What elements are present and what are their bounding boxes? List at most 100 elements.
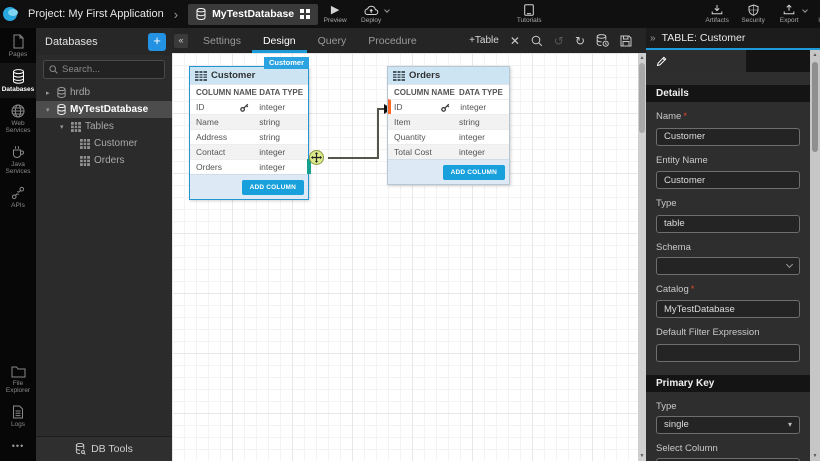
security-shield-icon: [748, 4, 759, 16]
select-column-select[interactable]: ID: [656, 458, 800, 461]
inspector-tabs: [646, 50, 820, 72]
add-table-button[interactable]: +Table: [469, 35, 499, 46]
chevron-right-icon[interactable]: ›: [174, 7, 178, 22]
add-database-button[interactable]: +: [148, 33, 166, 51]
close-icon[interactable]: ✕: [510, 35, 520, 47]
security-button[interactable]: Security: [736, 0, 770, 28]
database-workspace-tab[interactable]: MyTestDatabase: [188, 4, 318, 25]
scrollbar-thumb[interactable]: [639, 63, 645, 133]
table-icon: [71, 122, 81, 132]
tree-item-hrdb[interactable]: ▸ hrdb: [36, 84, 172, 101]
canvas-scrollbar[interactable]: ▲ ▼: [638, 53, 646, 461]
design-canvas[interactable]: Customer Customer COLUMN NAMEDATA TYPE I…: [172, 53, 646, 461]
column-row[interactable]: Itemstring: [388, 114, 509, 129]
tree-item-tables[interactable]: ▾ Tables: [36, 118, 172, 135]
rail-item-databases[interactable]: Databases: [0, 63, 36, 98]
tab-procedure[interactable]: Procedure: [357, 28, 427, 53]
table-card-title: Customer: [211, 70, 255, 81]
table-name-badge: Customer: [264, 57, 309, 69]
name-input[interactable]: [656, 128, 800, 146]
deploy-button[interactable]: Deploy: [354, 0, 388, 28]
main-area: « Settings Design Query Procedure +Table…: [172, 28, 646, 461]
caret-down-icon[interactable]: ▾: [60, 123, 67, 131]
scroll-down-icon[interactable]: ▼: [640, 451, 645, 461]
db-tools-button[interactable]: DB Tools: [36, 436, 172, 461]
caret-down-icon: ▾: [788, 420, 792, 429]
rail-item-apis[interactable]: APIs: [0, 180, 36, 214]
column-row[interactable]: Total Costinteger: [388, 144, 509, 159]
topbar-actions: ▶ Preview Deploy Tutorials Artifacts Sec…: [318, 0, 820, 28]
i18n-button[interactable]: I18N: [808, 0, 820, 28]
caret-right-icon[interactable]: ▸: [46, 89, 53, 97]
apis-icon: [11, 186, 25, 200]
undo-icon[interactable]: ↺: [554, 35, 564, 47]
tree-item-customer[interactable]: Customer: [36, 135, 172, 152]
tutorials-button[interactable]: Tutorials: [512, 0, 546, 28]
app-logo[interactable]: [0, 0, 20, 28]
tab-edit[interactable]: [646, 50, 746, 72]
section-primary-key: Primary Key: [646, 375, 810, 392]
redo-icon[interactable]: ↻: [575, 35, 585, 47]
export-button[interactable]: Export: [772, 0, 806, 28]
project-label[interactable]: Project: My First Application: [28, 8, 164, 20]
rail-more-button[interactable]: •••: [12, 433, 24, 461]
inspector-scrollbar[interactable]: ▲ ▼: [810, 50, 820, 461]
play-icon: ▶: [331, 5, 339, 16]
scroll-up-icon[interactable]: ▲: [813, 50, 818, 60]
entity-name-input[interactable]: [656, 171, 800, 189]
pk-type-select[interactable]: single ▾: [656, 416, 800, 434]
tree-item-orders[interactable]: Orders: [36, 152, 172, 169]
column-row[interactable]: Quantityinteger: [388, 129, 509, 144]
schema-select[interactable]: [656, 257, 800, 275]
required-mark: *: [691, 284, 695, 295]
column-row-id[interactable]: ID integer: [388, 99, 509, 114]
artifacts-button[interactable]: Artifacts: [700, 0, 734, 28]
search-input[interactable]: [62, 64, 162, 75]
field-entity-name: Entity Name: [656, 155, 800, 190]
tab-query[interactable]: Query: [307, 28, 358, 53]
rail-item-pages[interactable]: Pages: [0, 28, 36, 63]
search-box[interactable]: [43, 60, 165, 79]
caret-down-icon[interactable]: ▾: [46, 106, 53, 114]
catalog-input[interactable]: [656, 300, 800, 318]
chevron-down-icon: [384, 7, 390, 13]
column-row[interactable]: Addressstring: [190, 129, 308, 144]
default-filter-input[interactable]: [656, 344, 800, 362]
add-column-button[interactable]: ADD COLUMN: [242, 180, 304, 195]
column-row[interactable]: Contactinteger: [190, 144, 308, 159]
scrollbar-thumb[interactable]: [812, 62, 818, 152]
collapse-sidebar-button[interactable]: «: [174, 34, 188, 48]
type-input[interactable]: [656, 215, 800, 233]
inspector-body: Details Name* Entity Name Type Schema: [646, 72, 820, 461]
artifacts-download-icon: [711, 4, 723, 16]
table-card-orders[interactable]: Orders COLUMN NAMEDATA TYPE ID integer I…: [387, 66, 510, 185]
pages-icon: [12, 34, 25, 49]
tab-settings[interactable]: Settings: [192, 28, 252, 53]
column-row[interactable]: Ordersinteger: [190, 159, 308, 174]
scroll-down-icon[interactable]: ▼: [813, 451, 818, 461]
rail-item-java-services[interactable]: Java Services: [0, 139, 36, 180]
table-card-header-orders[interactable]: Orders: [388, 67, 509, 84]
move-handle-icon[interactable]: [309, 150, 324, 165]
field-schema: Schema: [656, 242, 800, 275]
table-card-header-customer[interactable]: Customer: [190, 67, 308, 84]
column-row-id[interactable]: ID integer: [190, 99, 308, 114]
tab-design[interactable]: Design: [252, 28, 307, 53]
field-name: Name*: [656, 111, 800, 146]
rail-item-web-services[interactable]: Web Services: [0, 98, 36, 139]
table-card-customer[interactable]: Customer Customer COLUMN NAMEDATA TYPE I…: [189, 66, 309, 200]
tree-item-mytestdatabase[interactable]: ▾ MyTestDatabase: [36, 101, 172, 118]
search-icon[interactable]: [531, 35, 543, 47]
logs-icon: [12, 405, 24, 419]
grid-icon[interactable]: [300, 9, 310, 19]
column-row[interactable]: Namestring: [190, 114, 308, 129]
rail-item-file-explorer[interactable]: File Explorer: [0, 359, 36, 399]
rail-item-logs[interactable]: Logs: [0, 399, 36, 433]
preview-button[interactable]: ▶ Preview: [318, 0, 352, 28]
column-headers: COLUMN NAMEDATA TYPE: [190, 84, 308, 99]
save-icon[interactable]: [620, 35, 632, 47]
scroll-up-icon[interactable]: ▲: [640, 53, 645, 63]
collapse-inspector-button[interactable]: »: [650, 33, 656, 44]
db-sync-icon[interactable]: [596, 34, 609, 47]
add-column-button[interactable]: ADD COLUMN: [443, 165, 505, 180]
